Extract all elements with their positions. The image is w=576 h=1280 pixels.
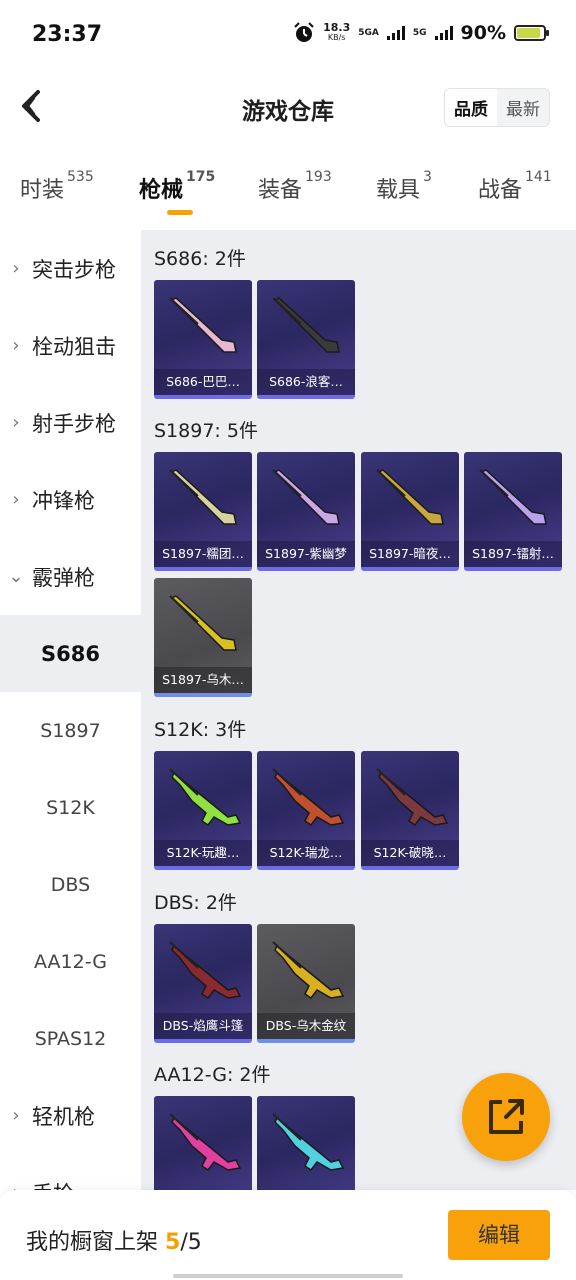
skin-card-label: S1897-暗夜… (361, 541, 459, 567)
showcase-status: 我的橱窗上架 5/5 (26, 1230, 202, 1255)
share-export-icon (489, 1099, 524, 1134)
weapon-skin-icon (169, 469, 237, 525)
tab-equipment[interactable]: 装备193 (258, 169, 332, 204)
network-type-1: 5GA (358, 27, 379, 38)
skin-card[interactable]: S12K-瑞龙… (257, 751, 355, 870)
battery-percent: 90% (460, 22, 506, 44)
weapon-skin-icon (169, 595, 237, 651)
weapon-skin-icon (169, 1113, 242, 1172)
skin-card-label: S1897-乌木… (154, 667, 252, 693)
skin-card-label: S1897-糯团… (154, 541, 252, 567)
group-title: S686: 2件 (154, 248, 246, 270)
edit-button[interactable]: 编辑 (448, 1210, 550, 1260)
skin-card[interactable]: S1897-糯团… (154, 452, 252, 571)
network-type-2: 5G (412, 27, 427, 38)
weapon-skin-icon (272, 1113, 345, 1172)
weapon-skin-icon (169, 941, 242, 1000)
group-title: AA12-G: 2件 (154, 1064, 271, 1086)
skin-card[interactable]: S1897-紫幽梦 (257, 452, 355, 571)
weapon-skin-icon (479, 469, 547, 525)
sidebar-item-assault-rifle[interactable]: › 突击步枪 (0, 230, 141, 307)
sidebar-item-lmg[interactable]: › 轻机枪 (0, 1077, 141, 1154)
skin-card-label: DBS-焰鹰斗篷 (154, 1013, 252, 1039)
active-tab-indicator (167, 210, 193, 215)
skin-card-label: S1897-镭射… (464, 541, 562, 567)
skin-card-label: S686-浪客… (257, 369, 355, 395)
signal-bars-icon (434, 26, 453, 40)
skin-card-label: S686-巴巴… (154, 369, 252, 395)
weapon-skin-icon (169, 768, 242, 827)
header: 游戏仓库 品质 最新 (0, 64, 576, 150)
alarm-clock-icon (294, 22, 314, 42)
chevron-right-icon: › (12, 258, 20, 279)
sidebar-subitem-s686[interactable]: S686 (0, 615, 141, 692)
group-title: S12K: 3件 (154, 719, 247, 741)
skin-card[interactable]: S1897-暗夜… (361, 452, 459, 571)
sidebar-item-shotgun[interactable]: ⌄ 霰弹枪 (0, 538, 141, 615)
tab-fashion[interactable]: 时装535 (20, 169, 94, 204)
skin-card[interactable]: S12K-玩趣… (154, 751, 252, 870)
sidebar-subitem-spas12[interactable]: SPAS12 (0, 1000, 141, 1077)
weapon-skin-icon (272, 469, 340, 525)
chevron-down-icon: ⌄ (8, 566, 24, 587)
weapon-skin-icon (272, 941, 345, 1000)
tab-vehicles[interactable]: 载具3 (376, 169, 432, 204)
skin-card[interactable]: DBS-焰鹰斗篷 (154, 924, 252, 1043)
sidebar-item-marksman-rifle[interactable]: › 射手步枪 (0, 384, 141, 461)
chevron-right-icon: › (12, 489, 20, 510)
group-title: DBS: 2件 (154, 892, 237, 914)
chevron-right-icon: › (12, 1105, 20, 1126)
status-time: 23:37 (32, 22, 103, 47)
sidebar-subitem-s12k[interactable]: S12K (0, 769, 141, 846)
sidebar-item-pistol[interactable]: ›手枪 (0, 1154, 141, 1191)
skin-card-label: S12K-破晓… (361, 840, 459, 866)
chevron-right-icon: › (12, 335, 20, 356)
weapon-skin-icon (169, 297, 237, 353)
skin-card[interactable]: S1897-镭射… (464, 452, 562, 571)
home-indicator[interactable] (173, 1274, 403, 1278)
sort-option-quality[interactable]: 品质 (445, 89, 497, 126)
sidebar-subitem-aa12g[interactable]: AA12-G (0, 923, 141, 1000)
sidebar-item-smg[interactable]: › 冲锋枪 (0, 461, 141, 538)
weapon-skin-icon (272, 297, 340, 353)
showcase-bar: 我的橱窗上架 5/5 编辑 (0, 1190, 576, 1280)
group-title: S1897: 5件 (154, 420, 258, 442)
skin-card-label: DBS-乌木金纹 (257, 1013, 355, 1039)
weapon-skin-icon (272, 768, 345, 827)
signal-bars-icon (386, 26, 405, 40)
skin-card[interactable]: S686-浪客… (257, 280, 355, 399)
tab-combat-gear[interactable]: 战备141 (478, 169, 552, 204)
category-tabs: 时装535 枪械175 装备193 载具3 战备141 (0, 150, 576, 230)
skin-card[interactable] (154, 1096, 252, 1190)
weapon-sidebar: › 突击步枪 › 栓动狙击 › 射手步枪 › 冲锋枪 ⌄ 霰弹枪 S686 S1897 S… (0, 230, 141, 1190)
skin-card[interactable]: S1897-乌木… (154, 578, 252, 697)
skin-card[interactable]: DBS-乌木金纹 (257, 924, 355, 1043)
sidebar-subitem-s1897[interactable]: S1897 (0, 692, 141, 769)
battery-icon (514, 25, 549, 41)
weapon-skin-icon (376, 768, 449, 827)
skin-list: S686: 2件 S1897: 5件 S12K: 3件 DBS: 2件 AA12… (141, 230, 576, 1190)
skin-card[interactable]: S686-巴巴… (154, 280, 252, 399)
sidebar-subitem-dbs[interactable]: DBS (0, 846, 141, 923)
skin-card-label: S12K-瑞龙… (257, 840, 355, 866)
skin-card-label: S12K-玩趣… (154, 840, 252, 866)
status-bar: 23:37 18.3 KB/s 5GA 5G 90% (0, 0, 576, 64)
skin-card[interactable] (257, 1096, 355, 1190)
share-button[interactable] (462, 1073, 550, 1161)
sidebar-item-bolt-sniper[interactable]: › 栓动狙击 (0, 307, 141, 384)
chevron-right-icon: › (12, 412, 20, 433)
chevron-right-icon: › (0, 1182, 32, 1190)
sort-toggle: 品质 最新 (444, 88, 550, 127)
network-speed: 18.3 KB/s (323, 21, 351, 42)
skin-card-label: S1897-紫幽梦 (257, 541, 355, 567)
skin-card[interactable]: S12K-破晓… (361, 751, 459, 870)
sort-option-latest[interactable]: 最新 (497, 89, 549, 126)
weapon-skin-icon (376, 469, 444, 525)
tab-firearms[interactable]: 枪械175 (139, 169, 215, 204)
status-icons: 18.3 KB/s 5GA 5G 90% (293, 21, 549, 44)
